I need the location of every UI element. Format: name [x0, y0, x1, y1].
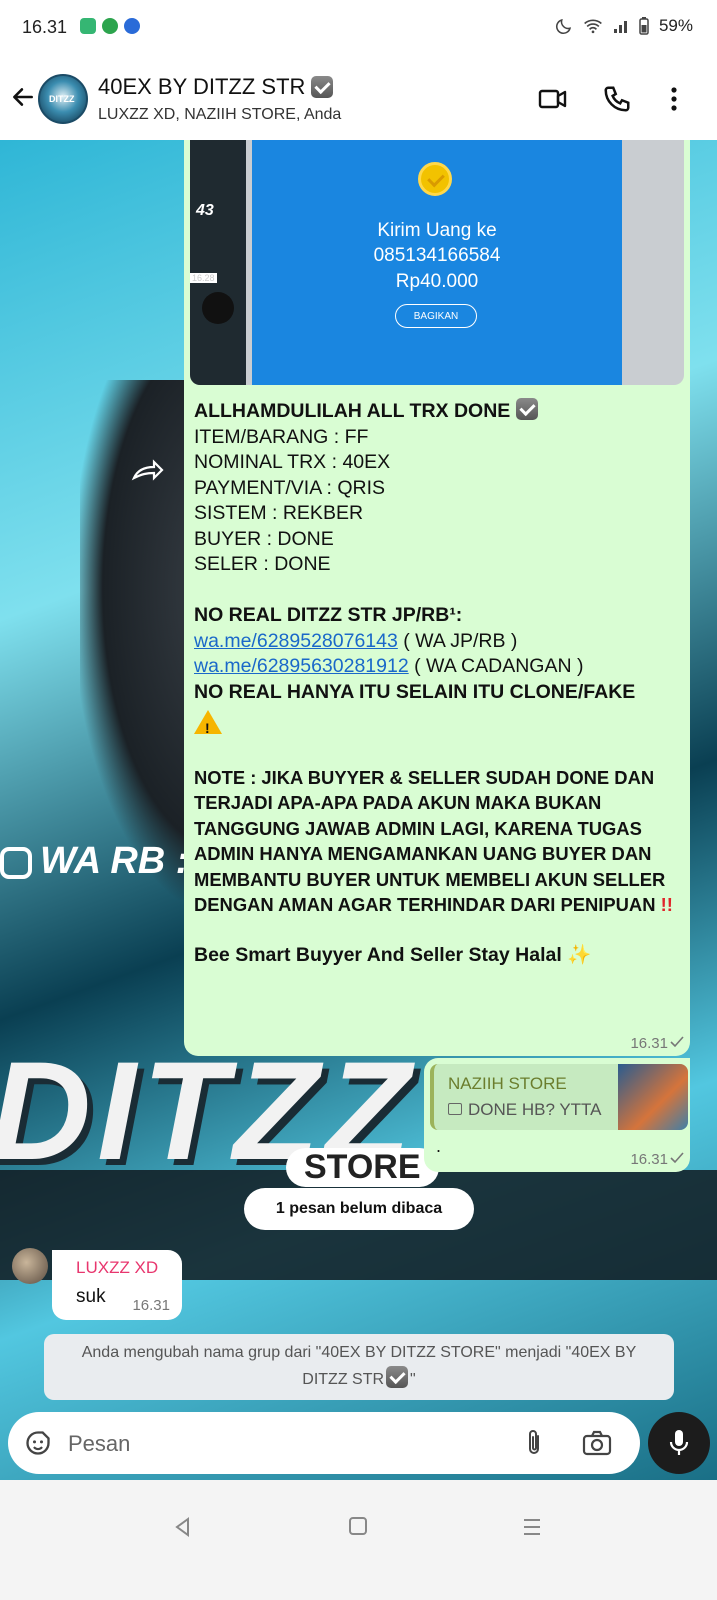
system-navigation-bar	[0, 1480, 717, 1600]
wa-link-jp-rb-note: ( WA JP/RB )	[397, 629, 518, 652]
check-mark-icon	[311, 76, 334, 98]
payment-image[interactable]: 43 16.28 Kirim Uang ke 085134166584 Rp40…	[190, 140, 684, 385]
wa-link-backup-note: ( WA CADANGAN )	[408, 655, 584, 677]
sparkles-icon: ✨	[567, 944, 592, 966]
quoted-text: DONE HB? YTTA	[448, 1100, 602, 1120]
video-call-icon[interactable]	[538, 84, 568, 114]
unread-banner: 1 pesan belum dibaca	[244, 1188, 474, 1230]
incoming-text: suk	[76, 1286, 106, 1307]
system-text-3: "	[410, 1371, 416, 1388]
attachment-icon[interactable]	[522, 1428, 546, 1458]
transfer-phone: 085134166584	[373, 245, 501, 266]
image-side-strip: 43 16.28	[190, 140, 246, 385]
chat-area[interactable]: WA RB : DITZZ STORE 43 16.28 Kirim Uang …	[0, 140, 717, 1480]
nav-recents-icon[interactable]	[522, 1518, 542, 1536]
battery-icon	[639, 17, 649, 35]
image-side-number: 43	[196, 202, 214, 219]
wallpaper-text-label: WA RB :	[40, 840, 189, 882]
closing-text: Bee Smart Buyyer And Seller Stay Halal	[194, 944, 562, 966]
quoted-message[interactable]: NAZIIH STORE DONE HB? YTTA	[430, 1064, 688, 1130]
system-text-1: Anda mengubah nama grup dari "40EX BY DI…	[81, 1344, 637, 1361]
notification-icons	[80, 18, 140, 34]
check-mark-icon	[386, 1366, 409, 1388]
message-input[interactable]	[66, 1424, 490, 1464]
image-side-time: 16.28	[190, 273, 217, 283]
image-icon	[448, 1103, 462, 1115]
quoted-thumbnail	[618, 1064, 688, 1130]
moon-icon	[555, 18, 572, 34]
message-time: 16.31	[630, 1035, 668, 1052]
quoted-text-label: DONE HB? YTTA	[468, 1100, 602, 1119]
system-notification: Anda mengubah nama grup dari "40EX BY DI…	[44, 1334, 674, 1400]
browser-notification-icon	[124, 18, 140, 34]
group-avatar[interactable]: DITZZ	[38, 74, 88, 124]
back-arrow-icon[interactable]	[10, 84, 36, 110]
reply-time: 16.31	[630, 1151, 668, 1168]
voice-record-button[interactable]	[648, 1412, 710, 1474]
more-options-icon[interactable]	[664, 84, 684, 114]
sticker-icon[interactable]	[24, 1429, 52, 1457]
real-number-heading: NO REAL DITZZ STR JP/RB¹:	[194, 604, 463, 626]
status-bar: 16.31 59%	[0, 0, 717, 56]
warning-icon	[194, 709, 222, 741]
camera-icon[interactable]	[582, 1429, 612, 1457]
avatar-text: DITZZ	[49, 94, 75, 104]
group-title-text: 40EX BY DITZZ STR	[98, 74, 306, 99]
status-right: 59%	[555, 16, 693, 36]
transfer-amount: Rp40.000	[395, 271, 479, 292]
sent-check-icon	[670, 1036, 684, 1048]
check-mark-icon	[515, 398, 538, 420]
note-text: NOTE : JIKA BUYYER & SELLER SUDAH DONE D…	[194, 766, 666, 916]
transfer-label: Kirim Uang ke	[377, 220, 497, 241]
wifi-icon	[584, 19, 602, 34]
warning-text: NO REAL HANYA ITU SELAIN ITU CLONE/FAKE	[194, 680, 636, 703]
forward-icon[interactable]	[130, 458, 164, 484]
line-item: ITEM/BARANG : FF	[194, 425, 369, 448]
message-heading: ALLHAMDULILAH ALL TRX DONE	[194, 400, 511, 422]
message-input-bar	[8, 1412, 640, 1474]
line-nominal: NOMINAL TRX : 40EX	[194, 451, 391, 473]
share-button: BAGIKAN	[395, 304, 477, 328]
message-text: ALLHAMDULILAH ALL TRX DONE ITEM/BARANG :…	[194, 398, 684, 969]
double-exclamation-icon: !!	[660, 894, 673, 915]
sender-avatar[interactable]	[12, 1248, 48, 1284]
line-system: SISTEM : REKBER	[194, 502, 364, 524]
quoted-sender: NAZIIH STORE	[448, 1074, 567, 1093]
app-notification-icon	[80, 18, 96, 34]
wa-link-backup[interactable]: wa.me/62895630281912	[194, 655, 409, 677]
nav-back-icon[interactable]	[172, 1516, 194, 1538]
image-mic-icon	[202, 292, 234, 324]
status-time: 16.31	[22, 17, 68, 37]
group-members[interactable]: LUXZZ XD, NAZIIH STORE, Anda	[98, 106, 341, 124]
nav-home-icon[interactable]	[348, 1516, 368, 1536]
instagram-icon	[0, 846, 32, 879]
line-seller: SELER : DONE	[194, 553, 331, 575]
incoming-message[interactable]: LUXZZ XD suk 16.31	[52, 1250, 182, 1320]
line-payment: PAYMENT/VIA : QRIS	[194, 476, 386, 499]
line-buyer: BUYER : DONE	[194, 527, 334, 550]
reply-body: .	[436, 1136, 442, 1156]
battery-percent: 59%	[658, 16, 693, 35]
outgoing-message-main[interactable]: 43 16.28 Kirim Uang ke 085134166584 Rp40…	[184, 140, 690, 1056]
wallpaper-text: WA RB :	[0, 840, 188, 883]
incoming-time: 16.31	[132, 1297, 170, 1314]
phone-call-icon[interactable]	[602, 84, 632, 114]
group-title[interactable]: 40EX BY DITZZ STR	[98, 74, 334, 100]
sent-check-icon	[670, 1152, 684, 1164]
outgoing-reply-message[interactable]: NAZIIH STORE DONE HB? YTTA . 16.31	[424, 1058, 690, 1172]
microphone-icon	[669, 1430, 689, 1455]
system-text-2: DITZZ STR	[302, 1371, 385, 1388]
store-notification-icon	[102, 18, 118, 34]
sender-name[interactable]: LUXZZ XD	[76, 1258, 158, 1278]
success-coin-icon	[418, 162, 452, 196]
wa-link-jp-rb[interactable]: wa.me/6289528076143	[194, 630, 398, 652]
transfer-card: Kirim Uang ke 085134166584 Rp40.000 BAGI…	[252, 140, 622, 385]
signal-icon	[613, 21, 627, 33]
chat-header: DITZZ 40EX BY DITZZ STR LUXZZ XD, NAZIIH…	[0, 56, 717, 141]
wallpaper-store-text: STORE	[286, 1148, 439, 1187]
